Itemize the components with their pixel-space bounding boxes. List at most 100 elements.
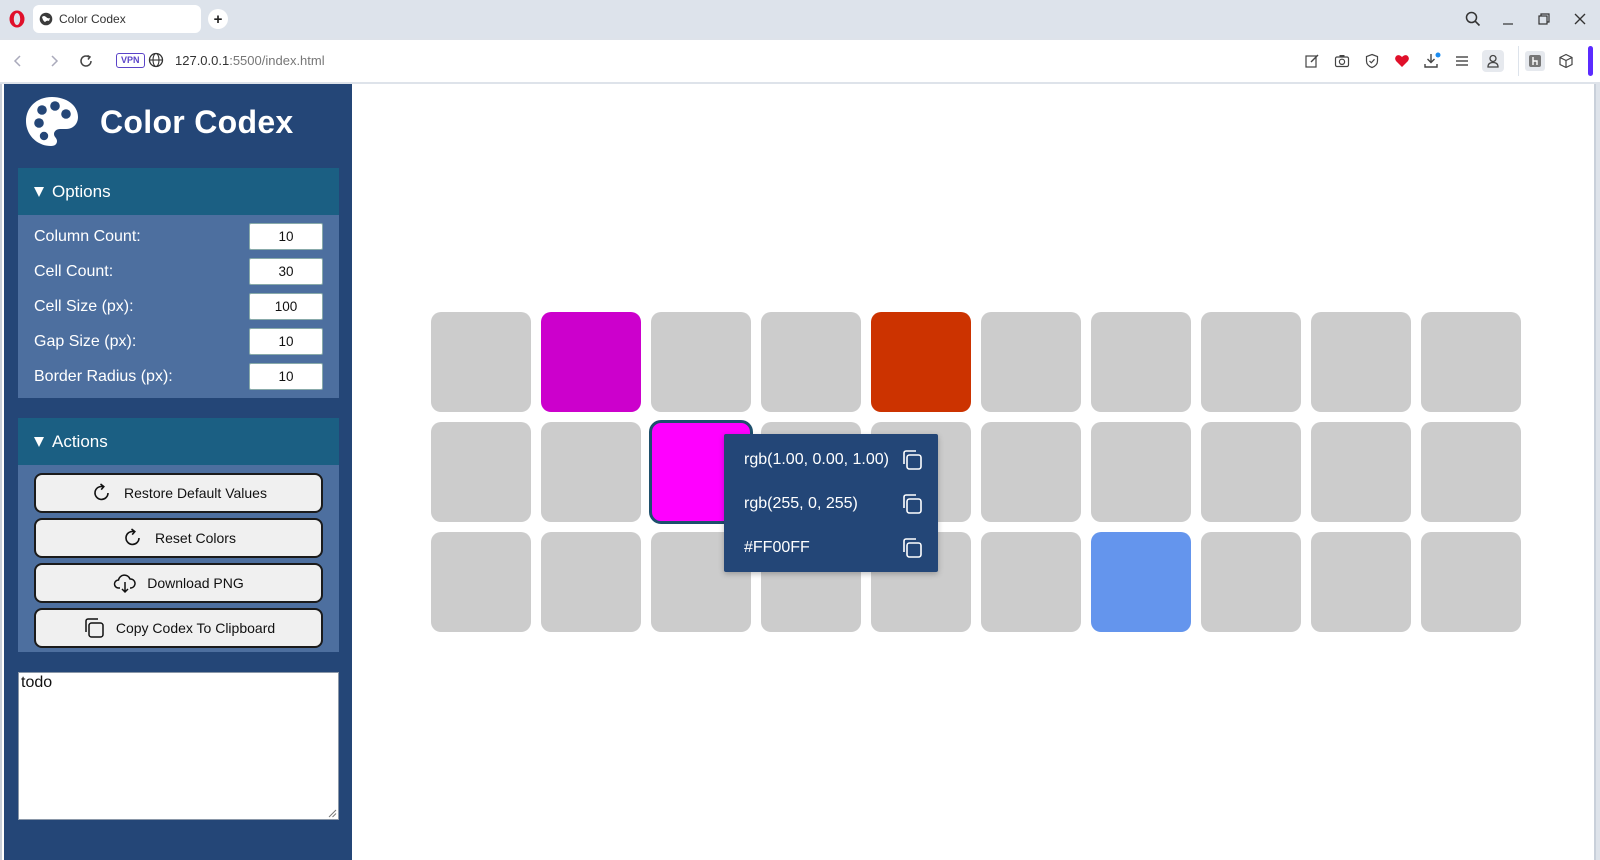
browser-tab[interactable]: Color Codex <box>33 5 201 33</box>
color-cell[interactable] <box>981 532 1081 632</box>
copy-codex-button[interactable]: Copy Codex To Clipboard <box>34 608 323 648</box>
button-label: Copy Codex To Clipboard <box>115 620 276 636</box>
page-viewport: Color Codex Options Column Count: 10 Cel… <box>0 84 1596 860</box>
extension-app-icon[interactable] <box>1525 51 1545 71</box>
actions-header[interactable]: Actions <box>18 418 339 465</box>
url-field[interactable]: 127.0.0.1:5500/index.html <box>175 53 325 68</box>
popup-row-rgb-float[interactable]: rgb(1.00, 0.00, 1.00) <box>724 438 938 482</box>
button-label: Restore Default Values <box>124 485 267 501</box>
address-bar: VPN 127.0.0.1:5500/index.html <box>0 40 1600 82</box>
gap-size-input[interactable]: 10 <box>249 328 323 355</box>
opera-logo-icon[interactable] <box>8 9 26 29</box>
options-header[interactable]: Options <box>18 168 339 215</box>
download-png-button[interactable]: Download PNG <box>34 563 323 603</box>
cell-size-input[interactable]: 100 <box>249 293 323 320</box>
popup-row-rgb-int[interactable]: rgb(255, 0, 255) <box>724 482 938 526</box>
sidebar-accent-bar <box>1588 46 1593 76</box>
color-cell[interactable] <box>981 312 1081 412</box>
copy-icon[interactable] <box>900 536 924 560</box>
palette-icon <box>26 97 78 146</box>
color-cell[interactable] <box>1091 532 1191 632</box>
color-cell[interactable] <box>1201 422 1301 522</box>
option-gap-size: Gap Size (px): 10 <box>18 324 339 359</box>
extensions-cube-icon[interactable] <box>1556 51 1576 71</box>
color-code-text: rgb(255, 0, 255) <box>744 495 858 512</box>
button-label: Reset Colors <box>155 530 236 546</box>
color-code-popup: rgb(1.00, 0.00, 1.00) rgb(255, 0, 255) #… <box>724 434 938 572</box>
column-count-input[interactable]: 10 <box>249 223 323 250</box>
copy-icon[interactable] <box>900 448 924 472</box>
restore-window-icon[interactable] <box>1533 8 1555 30</box>
option-column-count: Column Count: 10 <box>18 219 339 254</box>
shield-icon[interactable] <box>1362 51 1382 71</box>
color-cell[interactable] <box>541 312 641 412</box>
refresh-icon <box>125 528 140 546</box>
color-cell[interactable] <box>1421 312 1521 412</box>
close-window-icon[interactable] <box>1569 8 1591 30</box>
color-cell[interactable] <box>1311 422 1411 522</box>
forward-icon[interactable] <box>44 51 64 71</box>
refresh-icon <box>94 483 109 501</box>
color-cell[interactable] <box>431 422 531 522</box>
options-panel: Options Column Count: 10 Cell Count: 30 … <box>18 168 339 398</box>
vpn-badge[interactable]: VPN <box>116 53 145 68</box>
color-cell[interactable] <box>431 532 531 632</box>
collapse-triangle-icon <box>34 436 44 447</box>
option-label: Column Count: <box>34 227 141 245</box>
popup-row-hex[interactable]: #FF00FF <box>724 526 938 570</box>
option-cell-count: Cell Count: 30 <box>18 254 339 289</box>
border-radius-input[interactable]: 10 <box>249 363 323 390</box>
color-code-text: rgb(1.00, 0.00, 1.00) <box>744 451 889 468</box>
edit-page-icon[interactable] <box>1302 51 1322 71</box>
heart-icon[interactable] <box>1392 51 1412 71</box>
collapse-triangle-icon <box>34 186 44 197</box>
cloud-download-icon <box>114 574 137 594</box>
color-cell[interactable] <box>761 312 861 412</box>
minimize-icon[interactable] <box>1497 8 1519 30</box>
app-title: Color Codex <box>100 103 294 140</box>
color-cell[interactable] <box>541 532 641 632</box>
actions-heading: Actions <box>52 431 108 451</box>
profile-icon[interactable] <box>1482 50 1504 72</box>
color-cell[interactable] <box>541 422 641 522</box>
search-tabs-icon[interactable] <box>1462 8 1484 30</box>
downloads-icon[interactable] <box>1422 51 1442 71</box>
url-host: 127.0.0.1 <box>175 53 230 68</box>
easy-setup-menu-icon[interactable] <box>1452 51 1472 71</box>
actions-list: Restore Default Values Reset Colors Down… <box>18 465 339 648</box>
browser-tab-bar: Color Codex + <box>0 0 1600 38</box>
camera-snapshot-icon[interactable] <box>1332 51 1352 71</box>
notes-text: todo <box>21 674 53 691</box>
color-cell[interactable] <box>871 312 971 412</box>
option-label: Cell Size (px): <box>34 297 134 315</box>
notes-textarea[interactable]: todo <box>18 672 339 820</box>
color-cell[interactable] <box>431 312 531 412</box>
restore-defaults-button[interactable]: Restore Default Values <box>34 473 323 513</box>
resize-grip-icon[interactable] <box>327 808 337 818</box>
cell-count-input[interactable]: 30 <box>249 258 323 285</box>
globe-icon <box>148 52 164 68</box>
copy-icon[interactable] <box>900 492 924 516</box>
color-cell[interactable] <box>1201 312 1301 412</box>
copy-icon <box>85 618 104 638</box>
tab-title: Color Codex <box>59 12 126 26</box>
back-icon[interactable] <box>8 51 28 71</box>
globe-favicon-icon <box>39 12 53 26</box>
color-cell[interactable] <box>651 312 751 412</box>
color-cell[interactable] <box>1091 312 1191 412</box>
reload-icon[interactable] <box>76 51 96 71</box>
color-cell[interactable] <box>1311 532 1411 632</box>
color-cell[interactable] <box>1201 532 1301 632</box>
brand-header: Color Codex <box>24 94 294 150</box>
new-tab-button[interactable]: + <box>208 9 228 29</box>
color-cell[interactable] <box>1091 422 1191 522</box>
color-cell[interactable] <box>1421 532 1521 632</box>
color-cell[interactable] <box>1311 312 1411 412</box>
color-cell[interactable] <box>1421 422 1521 522</box>
sidebar: Color Codex Options Column Count: 10 Cel… <box>4 84 352 860</box>
reset-colors-button[interactable]: Reset Colors <box>34 518 323 558</box>
color-grid <box>431 312 1521 632</box>
color-cell[interactable] <box>981 422 1081 522</box>
options-list: Column Count: 10 Cell Count: 30 Cell Siz… <box>18 215 339 394</box>
option-label: Cell Count: <box>34 262 114 280</box>
